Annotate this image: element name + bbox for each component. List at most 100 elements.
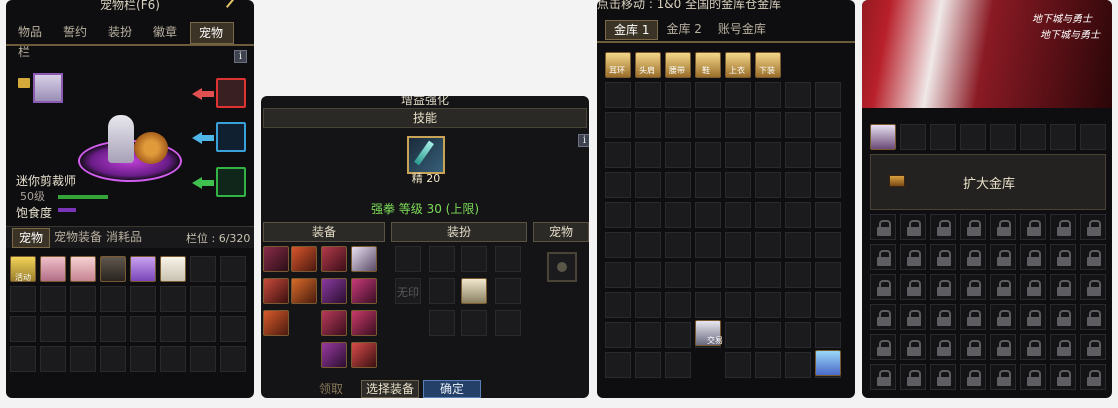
- empty-slot[interactable]: [725, 352, 751, 378]
- pet-equip-slot-red[interactable]: [216, 78, 246, 108]
- equip-item[interactable]: [263, 246, 289, 272]
- empty-slot[interactable]: [605, 292, 631, 318]
- empty-slot[interactable]: [1050, 124, 1076, 150]
- avatar-slot[interactable]: [461, 246, 487, 272]
- empty-slot[interactable]: [605, 202, 631, 228]
- empty-slot[interactable]: [190, 316, 216, 342]
- pet-equip-slot-green[interactable]: [216, 167, 246, 197]
- equip-item[interactable]: [321, 310, 347, 336]
- empty-slot[interactable]: [755, 172, 781, 198]
- empty-slot[interactable]: [665, 322, 691, 348]
- empty-slot[interactable]: [725, 292, 751, 318]
- empty-slot[interactable]: [190, 346, 216, 372]
- pet-item[interactable]: [100, 256, 126, 282]
- empty-slot[interactable]: [10, 346, 36, 372]
- equip-item[interactable]: [351, 246, 377, 272]
- equip-item[interactable]: [351, 310, 377, 336]
- empty-slot[interactable]: [605, 262, 631, 288]
- empty-slot[interactable]: [605, 172, 631, 198]
- empty-slot[interactable]: [785, 322, 811, 348]
- empty-slot[interactable]: [635, 292, 661, 318]
- avatar-slot[interactable]: [495, 246, 521, 272]
- empty-slot[interactable]: [605, 82, 631, 108]
- empty-slot[interactable]: [190, 286, 216, 312]
- empty-slot[interactable]: [815, 202, 841, 228]
- tab-inventory[interactable]: 物品栏: [10, 22, 55, 59]
- pet-item[interactable]: [40, 256, 66, 282]
- empty-slot[interactable]: [160, 286, 186, 312]
- empty-slot[interactable]: [785, 142, 811, 168]
- empty-slot[interactable]: [695, 82, 721, 108]
- empty-slot[interactable]: [785, 292, 811, 318]
- pet-portrait[interactable]: [33, 73, 63, 103]
- empty-slot[interactable]: [665, 142, 691, 168]
- empty-slot[interactable]: [785, 352, 811, 378]
- equip-item[interactable]: [291, 278, 317, 304]
- empty-slot[interactable]: [635, 202, 661, 228]
- empty-slot[interactable]: [220, 346, 246, 372]
- empty-slot[interactable]: [815, 142, 841, 168]
- empty-slot[interactable]: [725, 142, 751, 168]
- empty-slot[interactable]: [605, 352, 631, 378]
- empty-slot[interactable]: [755, 262, 781, 288]
- empty-slot[interactable]: [785, 232, 811, 258]
- empty-slot[interactable]: [755, 142, 781, 168]
- empty-slot[interactable]: [725, 202, 751, 228]
- empty-slot[interactable]: [665, 352, 691, 378]
- empty-slot[interactable]: [725, 112, 751, 138]
- empty-slot[interactable]: [930, 124, 956, 150]
- bottom-tab-pet[interactable]: 宠物: [12, 228, 51, 248]
- empty-slot[interactable]: [635, 172, 661, 198]
- empty-slot[interactable]: [990, 124, 1016, 150]
- empty-slot[interactable]: [755, 112, 781, 138]
- equip-item[interactable]: [351, 342, 377, 368]
- empty-slot[interactable]: [100, 286, 126, 312]
- empty-slot[interactable]: [10, 316, 36, 342]
- empty-slot[interactable]: [755, 322, 781, 348]
- empty-slot[interactable]: [220, 286, 246, 312]
- empty-slot[interactable]: [725, 322, 751, 348]
- empty-slot[interactable]: [725, 172, 751, 198]
- empty-slot[interactable]: [70, 286, 96, 312]
- vault-item[interactable]: [815, 350, 841, 376]
- empty-slot[interactable]: [635, 82, 661, 108]
- empty-slot[interactable]: [725, 82, 751, 108]
- avatar-item[interactable]: [461, 278, 487, 304]
- empty-slot[interactable]: [755, 82, 781, 108]
- empty-slot[interactable]: [755, 352, 781, 378]
- select-equipment-button[interactable]: 选择装备: [361, 380, 419, 398]
- empty-slot[interactable]: [785, 262, 811, 288]
- empty-slot[interactable]: [695, 292, 721, 318]
- equip-item[interactable]: [321, 342, 347, 368]
- empty-slot[interactable]: [665, 172, 691, 198]
- empty-slot[interactable]: [130, 346, 156, 372]
- empty-slot[interactable]: [40, 316, 66, 342]
- empty-slot[interactable]: [900, 124, 926, 150]
- tab-pet[interactable]: 宠物: [190, 22, 234, 44]
- tab-oath[interactable]: 誓约: [55, 22, 100, 44]
- empty-slot[interactable]: [70, 316, 96, 342]
- equip-item[interactable]: [263, 310, 289, 336]
- empty-slot[interactable]: [695, 232, 721, 258]
- empty-slot[interactable]: [130, 316, 156, 342]
- empty-slot[interactable]: [10, 286, 36, 312]
- empty-slot[interactable]: [815, 82, 841, 108]
- empty-slot[interactable]: [130, 286, 156, 312]
- empty-slot[interactable]: [815, 172, 841, 198]
- empty-slot[interactable]: [665, 262, 691, 288]
- empty-slot[interactable]: [960, 124, 986, 150]
- avatar-slot[interactable]: [495, 310, 521, 336]
- empty-slot[interactable]: [785, 82, 811, 108]
- empty-slot[interactable]: [725, 232, 751, 258]
- empty-slot[interactable]: [40, 286, 66, 312]
- empty-slot[interactable]: [160, 316, 186, 342]
- empty-slot[interactable]: [605, 112, 631, 138]
- empty-slot[interactable]: [755, 202, 781, 228]
- empty-slot[interactable]: [785, 202, 811, 228]
- empty-slot[interactable]: [665, 232, 691, 258]
- empty-slot[interactable]: [815, 262, 841, 288]
- empty-slot[interactable]: [815, 322, 841, 348]
- empty-slot[interactable]: [605, 142, 631, 168]
- tab-badge[interactable]: 徽章: [145, 22, 190, 44]
- empty-slot[interactable]: [815, 112, 841, 138]
